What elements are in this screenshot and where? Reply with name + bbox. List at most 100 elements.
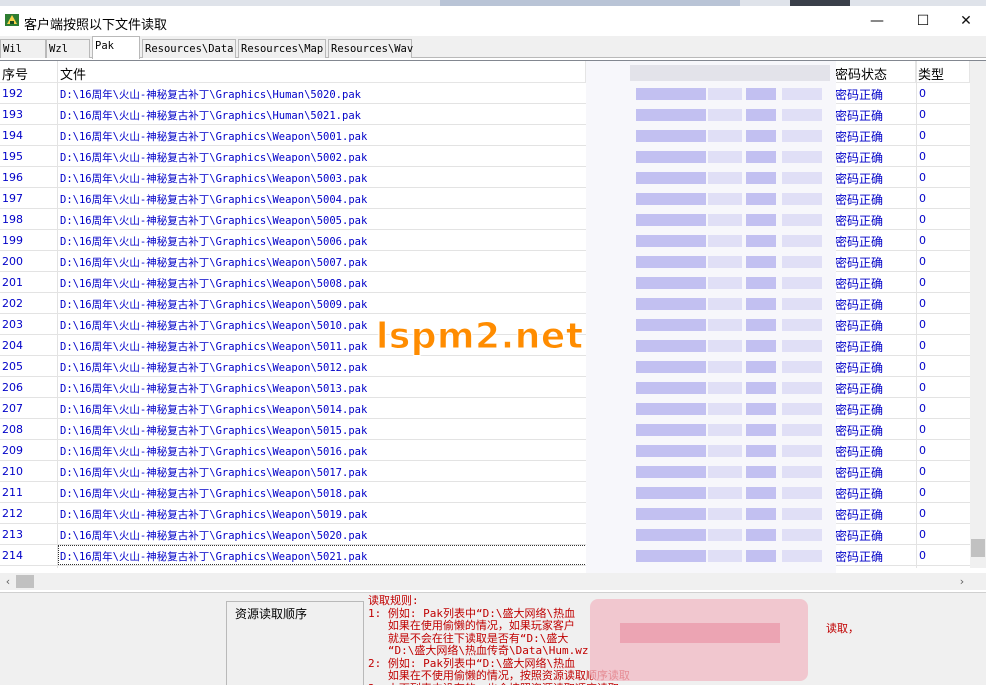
redacted-cell bbox=[708, 319, 742, 331]
tab-wzl[interactable]: Wzl bbox=[46, 39, 90, 58]
cell-status: 密码正确 bbox=[835, 298, 884, 312]
minimize-button[interactable]: — bbox=[854, 6, 900, 36]
redacted-cell bbox=[746, 256, 776, 268]
cell-status: 密码正确 bbox=[835, 172, 884, 186]
redacted-cell bbox=[746, 487, 776, 499]
cell-file: D:\16周年\火山-神秘复古补丁\Graphics\Weapon\5013.p… bbox=[60, 383, 368, 395]
column-header-file[interactable]: 文件 bbox=[58, 61, 586, 83]
cell-no: 205 bbox=[2, 360, 23, 373]
redacted-cell bbox=[746, 508, 776, 520]
redacted-rules bbox=[620, 623, 780, 643]
cell-no: 200 bbox=[2, 255, 23, 268]
cell-no: 204 bbox=[2, 339, 23, 352]
tab-resources-data[interactable]: Resources\Data bbox=[142, 39, 236, 58]
cell-status: 密码正确 bbox=[835, 382, 884, 396]
cell-status: 密码正确 bbox=[835, 529, 884, 543]
column-header-status[interactable]: 密码状态 bbox=[833, 61, 916, 83]
redacted-cell bbox=[746, 235, 776, 247]
redacted-cell bbox=[746, 298, 776, 310]
scroll-right-icon[interactable]: › bbox=[954, 573, 970, 590]
cell-type: 0 bbox=[919, 444, 926, 457]
tab-pak[interactable]: Pak bbox=[92, 36, 140, 59]
redacted-cell bbox=[746, 193, 776, 205]
redacted-cell bbox=[746, 88, 776, 100]
redacted-cell bbox=[782, 466, 822, 478]
cell-type: 0 bbox=[919, 129, 926, 142]
redacted-cell bbox=[636, 235, 706, 247]
redacted-cell bbox=[636, 298, 706, 310]
cell-no: 213 bbox=[2, 528, 23, 541]
redacted-cell bbox=[782, 403, 822, 415]
redacted-cell bbox=[636, 151, 706, 163]
redacted-cell bbox=[636, 256, 706, 268]
watermark-text: lspm2.net bbox=[376, 316, 584, 358]
redacted-cell bbox=[746, 130, 776, 142]
cell-type: 0 bbox=[919, 150, 926, 163]
cell-no: 203 bbox=[2, 318, 23, 331]
redacted-cell bbox=[636, 361, 706, 373]
redacted-cell bbox=[708, 466, 742, 478]
redacted-cell bbox=[708, 382, 742, 394]
cell-file: D:\16周年\火山-神秘复古补丁\Graphics\Weapon\5014.p… bbox=[60, 404, 368, 416]
redacted-cell bbox=[636, 508, 706, 520]
cell-no: 210 bbox=[2, 465, 23, 478]
column-header-type[interactable]: 类型 bbox=[916, 61, 970, 83]
cell-file: D:\16周年\火山-神秘复古补丁\Graphics\Weapon\5015.p… bbox=[60, 425, 368, 437]
cell-type: 0 bbox=[919, 87, 926, 100]
redacted-cell bbox=[782, 193, 822, 205]
maximize-button[interactable]: ☐ bbox=[900, 6, 946, 36]
cell-file: D:\16周年\火山-神秘复古补丁\Graphics\Weapon\5016.p… bbox=[60, 446, 368, 458]
cell-status: 密码正确 bbox=[835, 277, 884, 291]
redacted-cell bbox=[708, 361, 742, 373]
redacted-header bbox=[630, 65, 830, 81]
cell-file: D:\16周年\火山-神秘复古补丁\Graphics\Weapon\5001.p… bbox=[60, 131, 368, 143]
redacted-cell bbox=[708, 529, 742, 541]
cell-type: 0 bbox=[919, 276, 926, 289]
cell-file: D:\16周年\火山-神秘复古补丁\Graphics\Weapon\5020.p… bbox=[60, 530, 368, 542]
redacted-cell bbox=[746, 382, 776, 394]
redacted-cell bbox=[636, 466, 706, 478]
tab-resources-wav[interactable]: Resources\Wav bbox=[328, 39, 413, 58]
close-button[interactable]: ✕ bbox=[946, 6, 986, 36]
redacted-cell bbox=[782, 172, 822, 184]
redacted-cell bbox=[782, 151, 822, 163]
redacted-cell bbox=[636, 88, 706, 100]
redacted-cell bbox=[782, 487, 822, 499]
resource-order-label: 资源读取顺序 bbox=[235, 607, 308, 621]
cell-type: 0 bbox=[919, 234, 926, 247]
cell-status: 密码正确 bbox=[835, 109, 884, 123]
redacted-cell bbox=[636, 424, 706, 436]
cell-type: 0 bbox=[919, 381, 926, 394]
cell-file: D:\16周年\火山-神秘复古补丁\Graphics\Weapon\5018.p… bbox=[60, 488, 368, 500]
cell-status: 密码正确 bbox=[835, 130, 884, 144]
redacted-cell bbox=[782, 550, 822, 562]
column-header-no[interactable]: 序号 bbox=[0, 61, 58, 83]
redacted-cell bbox=[746, 466, 776, 478]
redacted-cell bbox=[636, 130, 706, 142]
redacted-cell bbox=[782, 445, 822, 457]
redacted-cell bbox=[782, 361, 822, 373]
cell-status: 密码正确 bbox=[835, 466, 884, 480]
cell-file: D:\16周年\火山-神秘复古补丁\Graphics\Weapon\5008.p… bbox=[60, 278, 368, 290]
redacted-cell bbox=[708, 340, 742, 352]
resource-order-box[interactable]: 资源读取顺序 bbox=[226, 601, 364, 685]
scroll-left-icon[interactable]: ‹ bbox=[0, 573, 16, 590]
cell-type: 0 bbox=[919, 528, 926, 541]
cell-no: 199 bbox=[2, 234, 23, 247]
horizontal-scrollbar[interactable]: ‹ › bbox=[0, 573, 986, 590]
redacted-cell bbox=[782, 298, 822, 310]
vertical-scrollbar[interactable] bbox=[970, 61, 986, 568]
redacted-cell bbox=[746, 403, 776, 415]
tab-resources-map[interactable]: Resources\Map bbox=[238, 39, 326, 58]
cell-status: 密码正确 bbox=[835, 151, 884, 165]
redacted-cell bbox=[636, 277, 706, 289]
redacted-cell bbox=[782, 319, 822, 331]
horizontal-scroll-thumb[interactable] bbox=[16, 575, 34, 588]
cell-type: 0 bbox=[919, 171, 926, 184]
tab-wil[interactable]: Wil bbox=[0, 39, 46, 58]
redacted-cell bbox=[746, 424, 776, 436]
vertical-scroll-thumb[interactable] bbox=[971, 539, 985, 557]
cell-status: 密码正确 bbox=[835, 550, 884, 564]
redacted-cell bbox=[782, 424, 822, 436]
cell-no: 193 bbox=[2, 108, 23, 121]
